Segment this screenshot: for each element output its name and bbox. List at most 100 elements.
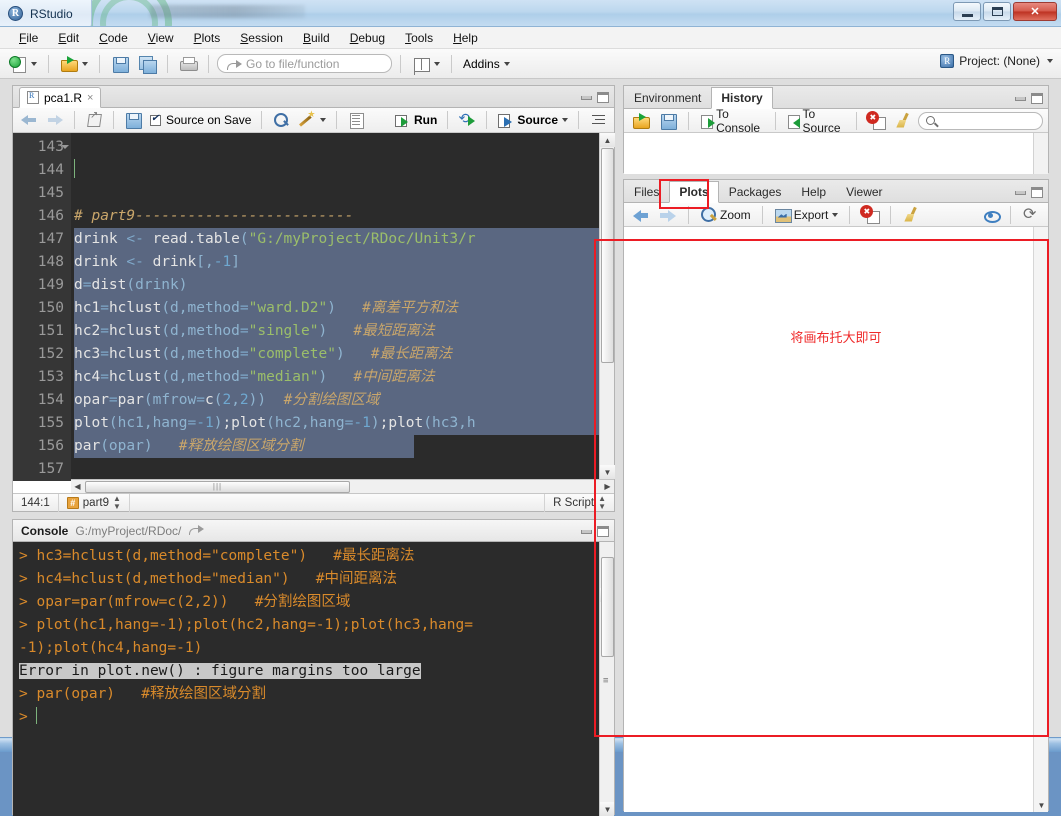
code-line[interactable] [74,458,614,481]
tab-environment[interactable]: Environment [624,87,711,109]
menubar[interactable]: FileEditCodeViewPlotsSessionBuildDebugTo… [0,27,1061,49]
tab-history[interactable]: History [711,87,772,109]
code-line[interactable]: hc3=hclust(d,method="complete") #最长距离法 [74,343,614,366]
minimize-pane-icon[interactable] [581,96,592,100]
code-line[interactable]: par(opar) #释放绘图区域分割 [74,435,614,458]
maximize-pane-icon[interactable] [1031,93,1043,104]
run-button[interactable]: Run [391,109,440,131]
window-controls[interactable]: ✕ [953,2,1057,21]
tab-viewer[interactable]: Viewer [836,181,892,203]
maximize-button[interactable] [983,2,1011,21]
history-item[interactable]: plot(hc1,hang=-1);plot(hc2,hang=-1)… [628,171,1048,174]
open-in-explorer-icon[interactable] [188,522,206,540]
source-on-save-checkbox[interactable]: Source on Save [147,111,254,129]
code-line[interactable]: hc1=hclust(d,method="ward.D2") #离差平方和法 [74,297,614,320]
plots-minmax-controls[interactable] [1015,187,1043,198]
menu-file[interactable]: File [10,28,47,48]
save-button[interactable] [108,53,132,75]
scroll-down-arrow-icon[interactable]: ▼ [600,802,614,816]
plots-export-button[interactable]: Export [771,204,842,226]
maximize-pane-icon[interactable] [597,526,609,537]
scroll-right-arrow-icon[interactable]: ▶ [601,480,614,493]
editor-horizontal-scrollbar[interactable]: ◀ ||| ▶ [71,479,614,493]
plots-next-button[interactable] [656,204,680,226]
rerun-button[interactable] [455,109,479,131]
console-vertical-scrollbar[interactable]: ▲ ▼ ≡ [599,542,614,816]
env-minmax-controls[interactable] [1015,93,1043,104]
editor-scroll-thumb[interactable] [601,148,614,363]
new-file-button[interactable] [6,53,40,75]
forward-button[interactable] [43,109,67,131]
source-toolbar[interactable]: Source on Save Run [13,108,614,133]
close-icon[interactable]: × [87,92,93,104]
plots-display-area[interactable]: 将画布托大即可 ▼ [624,227,1048,812]
editor-save-button[interactable] [121,109,145,131]
checkbox-icon[interactable] [150,115,161,126]
goto-file-function-input[interactable]: Go to file/function [217,54,392,73]
document-outline-button[interactable] [586,109,610,131]
tab-plots[interactable]: Plots [669,181,718,203]
history-toolbar[interactable]: To Console To Source [624,109,1048,133]
tab-files[interactable]: Files [624,181,669,203]
code-line[interactable]: drink <- read.table("G:/myProject/RDoc/U… [74,228,614,251]
menu-plots[interactable]: Plots [185,28,230,48]
to-source-button[interactable]: To Source [784,105,848,137]
clear-history-button[interactable] [891,110,915,132]
console-output[interactable]: > hc3=hclust(d,method="complete") #最长距离法… [13,542,614,816]
menu-edit[interactable]: Edit [49,28,88,48]
main-toolbar[interactable]: Go to file/function Addins R Project: (N… [0,49,1061,79]
minimize-pane-icon[interactable] [1015,97,1026,101]
back-button[interactable] [17,109,41,131]
addins-button[interactable]: Addins [460,55,513,73]
menu-code[interactable]: Code [90,28,137,48]
source-tabbar[interactable]: pca1.R × [13,86,614,108]
code-line[interactable]: hc2=hclust(d,method="single") #最短距离法 [74,320,614,343]
menu-view[interactable]: View [139,28,183,48]
to-console-button[interactable]: To Console [697,105,767,137]
environment-tabbar[interactable]: Environment History [624,86,1048,109]
minimize-pane-icon[interactable] [1015,191,1026,195]
plots-previous-button[interactable] [629,204,653,226]
save-all-button[interactable] [135,53,159,75]
minimize-pane-icon[interactable] [581,530,592,534]
plots-toolbar[interactable]: Zoom Export [624,203,1048,227]
tab-packages[interactable]: Packages [719,181,792,203]
menu-build[interactable]: Build [294,28,339,48]
history-list[interactable]: plot(hc1,hang=-1);plot(hc2,hang=-1)… par… [624,133,1048,174]
code-line[interactable]: d=dist(drink) [74,274,614,297]
code-editing-area[interactable]: 1431441451461471481491501511521531541551… [13,133,614,481]
show-in-new-window-button[interactable] [82,109,106,131]
menu-help[interactable]: Help [444,28,487,48]
code-text[interactable]: # part9-------------------------drink <-… [71,133,614,481]
load-history-button[interactable] [629,110,653,132]
code-line[interactable]: plot(hc1,hang=-1);plot(hc2,hang=-1);plot… [74,412,614,435]
menu-debug[interactable]: Debug [341,28,394,48]
code-line[interactable]: drink <- drink[,-1] [74,251,614,274]
compile-notebook-button[interactable] [344,109,368,131]
scroll-left-arrow-icon[interactable]: ◀ [71,480,84,493]
open-file-button[interactable] [57,53,91,75]
plots-clear-all-button[interactable] [899,204,923,226]
menu-tools[interactable]: Tools [396,28,442,48]
code-tools-button[interactable] [295,109,329,131]
maximize-pane-icon[interactable] [597,92,609,103]
tab-help[interactable]: Help [791,181,836,203]
save-history-button[interactable] [656,110,680,132]
source-button[interactable]: Source [494,109,571,131]
code-line[interactable]: hc4=hclust(d,method="median") #中间距离法 [74,366,614,389]
history-search-input[interactable] [918,112,1043,130]
plots-tabbar[interactable]: Files Plots Packages Help Viewer [624,180,1048,203]
plots-zoom-button[interactable]: Zoom [697,204,754,226]
code-line[interactable]: # part9------------------------- [74,205,614,228]
editor-hscroll-thumb[interactable]: ||| [85,481,350,493]
plots-remove-button[interactable] [858,204,882,226]
source-tab-pca1[interactable]: pca1.R × [19,87,101,108]
print-button[interactable] [176,53,200,75]
file-type-selector[interactable]: R Script ▲▼ [544,494,614,512]
fold-triangle-icon[interactable] [61,145,69,149]
console-working-directory[interactable]: G:/myProject/RDoc/ [75,524,181,538]
editor-vertical-scrollbar[interactable]: ▲ ▼ [599,133,614,479]
minimize-button[interactable] [953,2,981,21]
menu-session[interactable]: Session [231,28,292,48]
close-button[interactable]: ✕ [1013,2,1057,21]
